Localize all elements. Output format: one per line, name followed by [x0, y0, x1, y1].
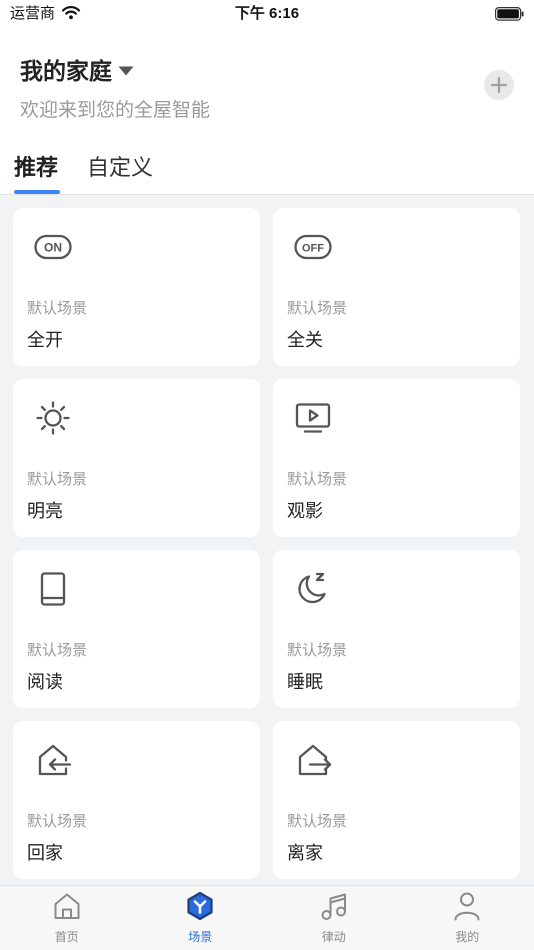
- scene-name: 阅读: [27, 672, 63, 692]
- scene-card-all-off[interactable]: OFF 默认场景 全关: [273, 208, 520, 366]
- nav-item-home[interactable]: 首页: [0, 886, 134, 950]
- nav-item-rhythm[interactable]: 律动: [267, 886, 401, 950]
- scene-card-bright[interactable]: 默认场景 明亮: [13, 379, 260, 537]
- person-icon: [454, 892, 480, 921]
- scene-category: 默认场景: [27, 813, 88, 830]
- moon-sleep-icon: [298, 572, 326, 604]
- scene-card-sleep[interactable]: 默认场景 睡眠: [273, 550, 520, 708]
- sun-icon: [36, 401, 70, 435]
- scene-name: 离家: [287, 843, 323, 863]
- scene-name: 睡眠: [287, 672, 323, 692]
- scene-card-come-home[interactable]: 默认场景 回家: [13, 721, 260, 879]
- scene-name: 明亮: [27, 501, 63, 521]
- tab-recommended[interactable]: 推荐: [14, 154, 58, 182]
- power-off-icon: OFF: [294, 234, 332, 260]
- scene-card-all-on[interactable]: ON 默认场景 全开: [13, 208, 260, 366]
- battery-icon: [495, 7, 524, 21]
- scene-hexagon-icon: [187, 891, 213, 921]
- status-bar: 运营商 下午 6:16: [0, 0, 534, 28]
- home-leave-icon: [298, 744, 332, 776]
- scene-category: 默认场景: [27, 642, 88, 659]
- scene-category: 默认场景: [287, 813, 348, 830]
- home-enter-icon: [38, 744, 72, 776]
- scene-category: 默认场景: [287, 642, 348, 659]
- clock: 下午 6:16: [234, 5, 300, 22]
- scene-card-leave-home[interactable]: 默认场景 离家: [273, 721, 520, 879]
- add-button[interactable]: [484, 70, 514, 100]
- scene-card-reading[interactable]: 默认场景 阅读: [13, 550, 260, 708]
- icon-lettering: ON: [44, 241, 62, 255]
- scene-category: 默认场景: [287, 471, 348, 488]
- tv-play-icon: [295, 403, 331, 433]
- scene-card-movie[interactable]: 默认场景 观影: [273, 379, 520, 537]
- caret-down-icon[interactable]: [118, 66, 134, 76]
- nav-label: 场景: [188, 930, 213, 944]
- scene-list[interactable]: ON 默认场景 全开 OFF 默认场景 全关 默认场景 明亮 默认场景 观影 默…: [0, 195, 534, 885]
- home-selector-title[interactable]: 我的家庭: [20, 57, 112, 85]
- nav-item-profile[interactable]: 我的: [401, 886, 534, 950]
- nav-label: 首页: [54, 930, 79, 944]
- nav-label: 我的: [455, 930, 480, 944]
- scene-name: 全关: [287, 330, 323, 350]
- scene-category: 默认场景: [287, 300, 348, 317]
- scene-category: 默认场景: [27, 471, 88, 488]
- scene-name: 回家: [27, 843, 63, 863]
- scene-category: 默认场景: [27, 300, 88, 317]
- book-icon: [40, 572, 66, 606]
- icon-lettering: OFF: [302, 242, 324, 254]
- scene-name: 全开: [27, 330, 63, 350]
- music-note-icon: [321, 893, 346, 920]
- home-icon: [54, 893, 80, 919]
- welcome-subtitle: 欢迎来到您的全屋智能: [20, 100, 211, 121]
- nav-label: 律动: [321, 930, 346, 944]
- scene-name: 观影: [287, 501, 323, 521]
- nav-item-scenes[interactable]: 场景: [134, 886, 268, 950]
- power-on-icon: ON: [34, 234, 72, 260]
- tab-custom[interactable]: 自定义: [87, 154, 153, 182]
- bottom-tab-bar: 首页 场景 律动 我的: [0, 885, 534, 950]
